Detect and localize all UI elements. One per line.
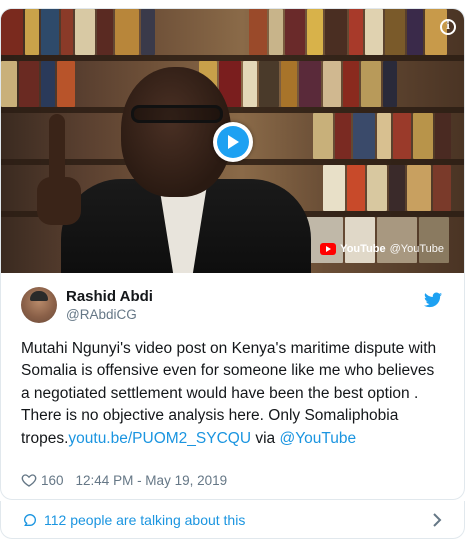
conversation-link[interactable]: 112 people are talking about this — [0, 501, 465, 539]
author-block[interactable]: Rashid Abdi @RAbdiCG — [21, 287, 153, 323]
youtube-handle: @YouTube — [389, 243, 444, 255]
tweet-timestamp[interactable]: 12:44 PM - May 19, 2019 — [76, 473, 228, 488]
like-count[interactable]: 160 — [41, 473, 64, 488]
tweet-card: i YouTube @YouTube Rashid Abdi @RAbdiCG … — [0, 8, 465, 500]
chevron-right-icon — [433, 513, 442, 527]
youtube-source-label[interactable]: YouTube @YouTube — [320, 243, 444, 255]
avatar[interactable] — [21, 287, 57, 323]
speaker-glasses — [131, 105, 223, 123]
play-icon — [217, 126, 249, 158]
bookshelf-row — [1, 61, 464, 107]
twitter-bird-icon[interactable] — [424, 292, 442, 308]
video-thumbnail[interactable]: i YouTube @YouTube — [1, 9, 464, 273]
youtube-logo-icon — [320, 243, 337, 255]
author-handle[interactable]: @RAbdiCG — [66, 306, 153, 323]
info-icon[interactable]: i — [440, 19, 456, 35]
youtube-brand: YouTube — [340, 243, 386, 255]
bookshelf-row — [1, 9, 464, 55]
author-names: Rashid Abdi @RAbdiCG — [66, 287, 153, 323]
tweet-link[interactable]: youtu.be/PUOM2_SYCQU — [68, 430, 251, 447]
tweet-via: via — [251, 429, 280, 447]
tweet-meta: 160 12:44 PM - May 19, 2019 — [21, 472, 227, 488]
author-display-name[interactable]: Rashid Abdi — [66, 287, 153, 306]
raised-hand — [37, 177, 81, 225]
tweet-mention[interactable]: @YouTube — [279, 430, 356, 447]
speech-bubble-icon — [23, 513, 37, 526]
talking-label: 112 people are talking about this — [44, 511, 246, 528]
heart-icon[interactable] — [21, 472, 37, 488]
play-button[interactable] — [213, 122, 253, 162]
tweet-body: Mutahi Ngunyi's video post on Kenya's ma… — [21, 338, 446, 450]
